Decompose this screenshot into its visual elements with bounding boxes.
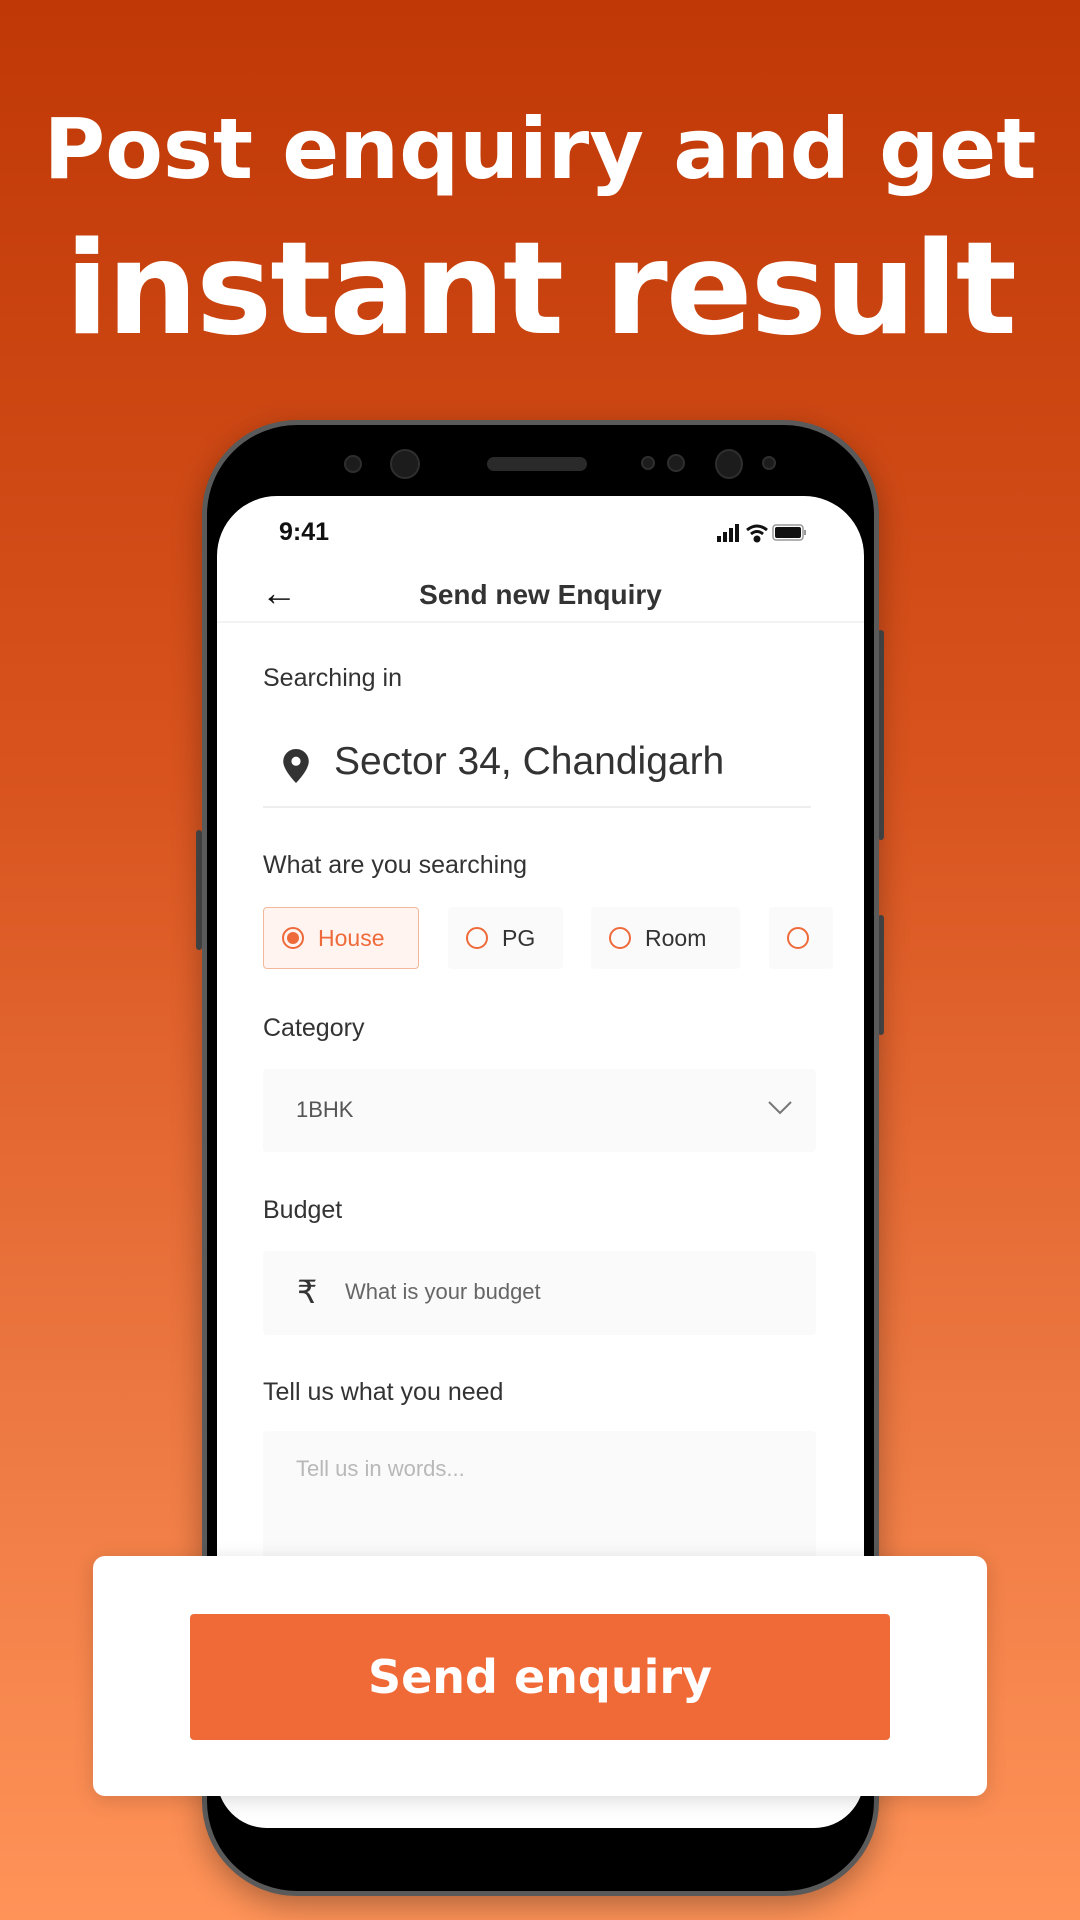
radio-icon [466,927,488,949]
front-camera-icon [390,449,420,479]
header-divider [217,621,864,623]
sensor-icon [344,455,362,473]
budget-placeholder: What is your budget [345,1279,541,1304]
status-icons [717,524,806,543]
budget-label: Budget [263,1196,343,1224]
sensor-icon [667,454,685,472]
page-title: Send new Enquiry [419,579,662,610]
headline-line1: Post enquiry and get [43,100,1037,198]
category-value: 1BHK [296,1097,354,1122]
radio-icon [787,927,809,949]
signal-icon [717,524,739,542]
map-pin-icon [283,749,309,783]
option-label: House [318,924,385,951]
send-enquiry-button[interactable]: Send enquiry [190,1614,890,1740]
wifi-icon [746,524,768,543]
searching-in-label: Searching in [263,664,402,692]
option-house[interactable]: House [263,907,419,969]
option-room[interactable]: Room [591,907,740,969]
category-select[interactable]: 1BHK [263,1069,816,1152]
speaker-grille [487,457,587,471]
sensor-icon [641,456,655,470]
battery-icon [772,524,806,541]
budget-input[interactable]: ₹ What is your budget [263,1251,816,1335]
needs-placeholder: Tell us in words... [296,1456,465,1481]
needs-label: Tell us what you need [263,1378,504,1406]
headline-line2: instant result [65,215,1017,364]
rupee-icon: ₹ [297,1273,318,1311]
sensor-icon [762,456,776,470]
sensor-icon [715,449,743,479]
cta-card: Send enquiry [93,1556,987,1796]
option-label: Room [645,924,707,951]
option-more[interactable] [769,907,833,969]
chevron-down-icon [768,1101,792,1115]
status-time: 9:41 [279,518,330,546]
category-label: Category [263,1014,365,1042]
option-label: PG [502,924,536,951]
location-value[interactable]: Sector 34, Chandigarh [334,740,724,784]
option-pg[interactable]: PG [448,907,563,969]
radio-icon [609,927,631,949]
location-underline [263,806,811,808]
radio-selected-icon [282,927,304,949]
search-type-label: What are you searching [263,851,528,879]
